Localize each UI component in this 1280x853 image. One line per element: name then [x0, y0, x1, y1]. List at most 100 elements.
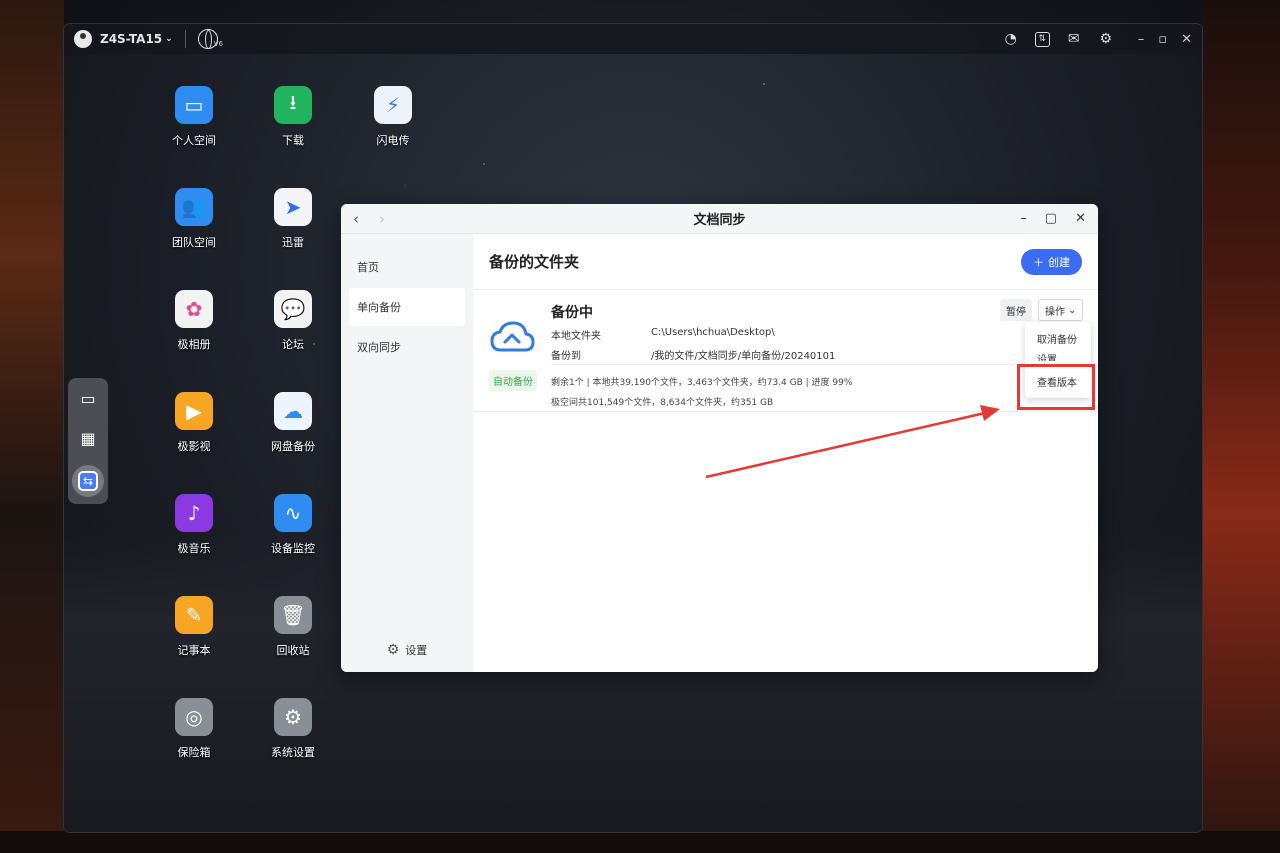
app-label: 闪电传 [376, 134, 410, 147]
sidebar-item-one-way-backup[interactable]: 单向备份 [349, 288, 465, 326]
restore-icon[interactable]: ▫ [1158, 32, 1167, 47]
nav-buttons: ‹ › [341, 210, 385, 228]
sidebar-item-two-way-sync[interactable]: 双向同步 [349, 328, 465, 366]
desktop-app-system-settings[interactable]: ⚙ 系统设置 [253, 698, 333, 760]
local-folder-row: 本地文件夹 C:\Users\hchua\Desktop\ [551, 327, 775, 342]
photos-icon: ✿ [175, 290, 213, 328]
background-left-decoration [0, 0, 64, 853]
settings-label: 设置 [405, 644, 428, 657]
desktop-app-recycle-bin[interactable]: 🗑 回收站 [253, 596, 333, 658]
app-label: 保险箱 [177, 746, 211, 759]
device-switcher[interactable]: Z4S-TA15 ⌄ [100, 32, 173, 46]
app-label: 极音乐 [177, 542, 211, 555]
app-window-controls: – ▢ ✕ [1020, 211, 1098, 226]
local-folder-value: C:\Users\hchua\Desktop\ [651, 327, 775, 338]
team-folder-icon: 👥 [175, 188, 213, 226]
app-label: 下载 [282, 134, 304, 147]
remote-stats: 极空间共101,549个文件，8,634个文件夹，约351 GB [551, 398, 774, 408]
app-grid-icon[interactable]: ▦ [75, 425, 101, 451]
main-content: 备份的文件夹 ＋ 创建 自动备份 备份中 本地文件夹 C:\Users\hchu… [473, 234, 1098, 672]
gear-icon: ⚙ [386, 642, 400, 658]
topbar-right-group: ◔ ⇅ ✉ ⚙ – ▫ ✕ [1003, 31, 1192, 47]
desktop-app-cloud-backup[interactable]: ☁ 网盘备份 [253, 392, 333, 454]
app-label: 回收站 [276, 644, 310, 657]
desktop-app-music[interactable]: ♪ 极音乐 [154, 494, 234, 556]
user-avatar[interactable] [74, 30, 92, 48]
lightning-icon: ⚡ [374, 86, 412, 124]
app-label: 论坛 [282, 338, 304, 351]
app-label: 设备监控 [271, 542, 315, 555]
sync-app-dock-item[interactable]: ⇆ [72, 465, 104, 497]
plus-icon: ＋ [1033, 255, 1044, 269]
local-stats: 剩余1个 | 本地共39,190个文件，3,463个文件夹，约73.4 GB |… [551, 378, 853, 388]
cloud-backup-icon: ☁ [274, 392, 312, 430]
notepad-icon: ✎ [175, 596, 213, 634]
trash-icon: 🗑 [274, 596, 312, 634]
pause-button[interactable]: 暂停 [1000, 299, 1032, 321]
app-titlebar: ‹ › 文档同步 – ▢ ✕ [341, 204, 1098, 234]
sidebar-item-home[interactable]: 首页 [349, 248, 465, 286]
desktop-app-video[interactable]: ▶ 极影视 [154, 392, 234, 454]
operations-label: 操作 [1045, 306, 1065, 318]
menu-item-view-versions[interactable]: 查看版本 [1025, 369, 1091, 394]
sidebar-settings-button[interactable]: ⚙ 设置 [341, 642, 473, 658]
backup-status: 备份中 [551, 305, 593, 321]
back-icon[interactable]: ‹ [353, 210, 359, 228]
desktop-app-photos[interactable]: ✿ 极相册 [154, 290, 234, 352]
card-divider [551, 364, 1038, 365]
download-icon: ⭳ [274, 86, 312, 124]
app-body: 首页 单向备份 双向同步 ⚙ 设置 备份的文件夹 ＋ 创建 自动备份 备份中 本… [341, 234, 1098, 672]
transfer-icon[interactable]: ⇅ [1034, 31, 1050, 47]
backup-task-card: 自动备份 备份中 本地文件夹 C:\Users\hchua\Desktop\ 备… [473, 290, 1098, 412]
system-settings-icon: ⚙ [274, 698, 312, 736]
app-label: 迅雷 [282, 236, 304, 249]
app-label: 记事本 [177, 644, 211, 657]
close-icon[interactable]: ✕ [1181, 32, 1192, 47]
monitor-icon: ∿ [274, 494, 312, 532]
close-icon[interactable]: ✕ [1075, 211, 1086, 226]
menu-item-cancel-backup[interactable]: 取消备份 [1025, 326, 1091, 351]
thunder-bird-icon: ➤ [274, 188, 312, 226]
speedometer-icon[interactable]: ◔ [1003, 31, 1019, 47]
desktop-app-notepad[interactable]: ✎ 记事本 [154, 596, 234, 658]
desktop-app-download[interactable]: ⭳ 下载 [253, 86, 333, 148]
app-label: 系统设置 [271, 746, 315, 759]
operations-dropdown[interactable]: 操作 ⌄ [1038, 299, 1084, 321]
network-globe-icon[interactable] [197, 29, 218, 49]
device-name-label: Z4S-TA15 [100, 32, 163, 46]
maximize-icon[interactable]: ▢ [1045, 211, 1057, 226]
menu-item-settings[interactable]: 设置 [1025, 351, 1091, 361]
dock: ▭ ▦ ⇆ [68, 378, 108, 504]
create-button[interactable]: ＋ 创建 [1021, 248, 1082, 275]
folder-icon: ▭ [175, 86, 213, 124]
safe-icon: ◎ [175, 698, 213, 736]
desktop-app-flash-transfer[interactable]: ⚡ 闪电传 [353, 86, 433, 148]
music-icon: ♪ [175, 494, 213, 532]
cloud-upload-icon [490, 321, 535, 352]
minimize-icon[interactable]: – [1138, 32, 1145, 47]
chevron-down-icon: ⌄ [1068, 304, 1077, 316]
desktop-icon[interactable]: ▭ [75, 385, 101, 411]
desktop-app-team-space[interactable]: 👥 团队空间 [154, 188, 234, 250]
backup-to-value: /我的文件/文档同步/单向备份/20240101 [651, 351, 836, 362]
sidebar: 首页 单向备份 双向同步 ⚙ 设置 [341, 234, 473, 672]
local-folder-label: 本地文件夹 [551, 331, 601, 342]
desktop-app-safe[interactable]: ◎ 保险箱 [154, 698, 234, 760]
app-label: 极影视 [177, 440, 211, 453]
desktop-app-personal-space[interactable]: ▭ 个人空间 [154, 86, 234, 148]
mail-icon[interactable]: ✉ [1066, 31, 1082, 47]
sync-app-icon: ⇆ [78, 471, 98, 491]
create-label: 创建 [1048, 255, 1070, 269]
auto-backup-badge: 自动备份 [489, 370, 537, 391]
background-bottom-decoration [0, 831, 1280, 853]
app-title: 文档同步 [693, 213, 746, 228]
desktop-app-device-monitor[interactable]: ∿ 设备监控 [253, 494, 333, 556]
forward-icon[interactable]: › [379, 210, 385, 228]
main-header: 备份的文件夹 ＋ 创建 [473, 234, 1098, 290]
app-label: 团队空间 [172, 236, 216, 249]
desktop-app-thunder[interactable]: ➤ 迅雷 [253, 188, 333, 250]
settings-icon[interactable]: ⚙ [1098, 31, 1114, 47]
desktop-app-forum[interactable]: 💬 论坛 [253, 290, 333, 352]
operations-menu: 取消备份 设置 查看版本 [1025, 322, 1091, 398]
minimize-icon[interactable]: – [1020, 211, 1027, 226]
